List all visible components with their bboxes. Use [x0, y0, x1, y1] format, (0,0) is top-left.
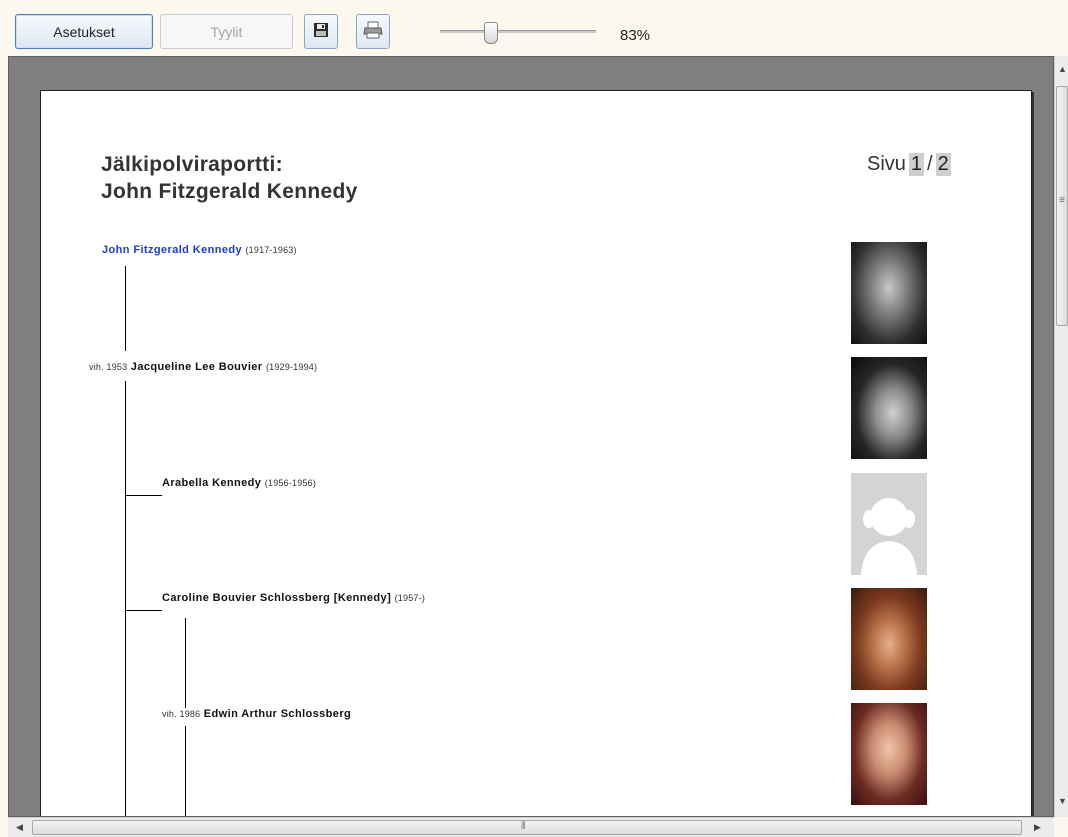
- person-photo[interactable]: [851, 357, 927, 459]
- placeholder-avatar-icon[interactable]: [851, 473, 927, 575]
- page-total: 2: [935, 153, 951, 176]
- person-years: (1917-1963): [245, 245, 297, 255]
- vertical-scroll-thumb[interactable]: ≡: [1056, 86, 1068, 326]
- scroll-right-icon[interactable]: ▶: [1034, 822, 1041, 833]
- toolbar: Asetukset Tyylit 83%: [0, 0, 1068, 56]
- styles-button[interactable]: Tyylit: [160, 14, 293, 49]
- horizontal-scroll-thumb[interactable]: ⦀: [32, 820, 1022, 835]
- report-title-line1: Jälkipolviraportti:: [101, 153, 283, 176]
- vertical-scrollbar[interactable]: ▲ ≡ ▼: [1054, 56, 1068, 817]
- person-entry[interactable]: John Fitzgerald Kennedy (1917-1963): [102, 244, 297, 256]
- child-entry[interactable]: Caroline Bouvier Schlossberg [Kennedy] (…: [162, 592, 425, 604]
- person-years: (1957-): [394, 593, 426, 603]
- save-button[interactable]: [304, 14, 338, 49]
- scroll-left-icon[interactable]: ◀: [16, 822, 23, 833]
- person-name[interactable]: Edwin Arthur Schlossberg: [204, 708, 351, 720]
- horizontal-scrollbar[interactable]: ◀ ⦀ ▶: [8, 817, 1054, 837]
- person-years: (1929-1994): [265, 362, 318, 372]
- page-current: 1: [908, 153, 925, 176]
- page-separator: /: [927, 153, 933, 175]
- scroll-down-icon[interactable]: ▼: [1058, 796, 1067, 806]
- person-photo[interactable]: [851, 242, 927, 344]
- zoom-level: 83%: [620, 27, 651, 44]
- marriage-info: vih. 1953: [89, 362, 128, 372]
- print-icon: [363, 21, 383, 42]
- zoom-slider[interactable]: [440, 22, 596, 44]
- tree-line: [125, 266, 126, 351]
- marriage-info: vih. 1986: [162, 709, 201, 719]
- page-indicator: Sivu 1 / 2: [867, 153, 951, 176]
- page-label: Sivu: [867, 153, 906, 175]
- tree-line: [125, 610, 162, 611]
- spouse-entry[interactable]: vih. 1986 Edwin Arthur Schlossberg: [162, 708, 351, 720]
- report-title: Jälkipolviraportti: John Fitzgerald Kenn…: [101, 151, 358, 205]
- zoom-slider-track: [440, 30, 596, 33]
- scroll-up-icon[interactable]: ▲: [1058, 64, 1067, 74]
- report-title-line2: John Fitzgerald Kennedy: [101, 180, 358, 203]
- grip-icon: ⦀: [521, 821, 526, 832]
- settings-button[interactable]: Asetukset: [15, 14, 153, 49]
- person-years: (1956-1956): [264, 478, 317, 488]
- save-icon: [313, 22, 329, 41]
- person-photo[interactable]: [851, 588, 927, 690]
- spouse-entry[interactable]: vih. 1953 Jacqueline Lee Bouvier (1929-1…: [89, 361, 317, 373]
- grip-icon: ≡: [1059, 195, 1065, 206]
- person-name-link[interactable]: John Fitzgerald Kennedy: [102, 244, 242, 256]
- tree-line: [185, 618, 186, 708]
- tree-line: [125, 381, 126, 816]
- tree-line: [185, 726, 186, 816]
- person-name[interactable]: Jacqueline Lee Bouvier: [131, 361, 263, 373]
- print-button[interactable]: [356, 14, 390, 49]
- tree-line: [125, 495, 162, 496]
- report-page: Jälkipolviraportti: John Fitzgerald Kenn…: [40, 90, 1032, 816]
- zoom-slider-thumb[interactable]: [484, 22, 498, 44]
- person-photo[interactable]: [851, 703, 927, 805]
- child-entry[interactable]: Arabella Kennedy (1956-1956): [162, 477, 316, 489]
- person-name[interactable]: Caroline Bouvier Schlossberg [Kennedy]: [162, 592, 391, 604]
- report-viewport: Jälkipolviraportti: John Fitzgerald Kenn…: [8, 56, 1054, 817]
- person-name[interactable]: Arabella Kennedy: [162, 477, 261, 489]
